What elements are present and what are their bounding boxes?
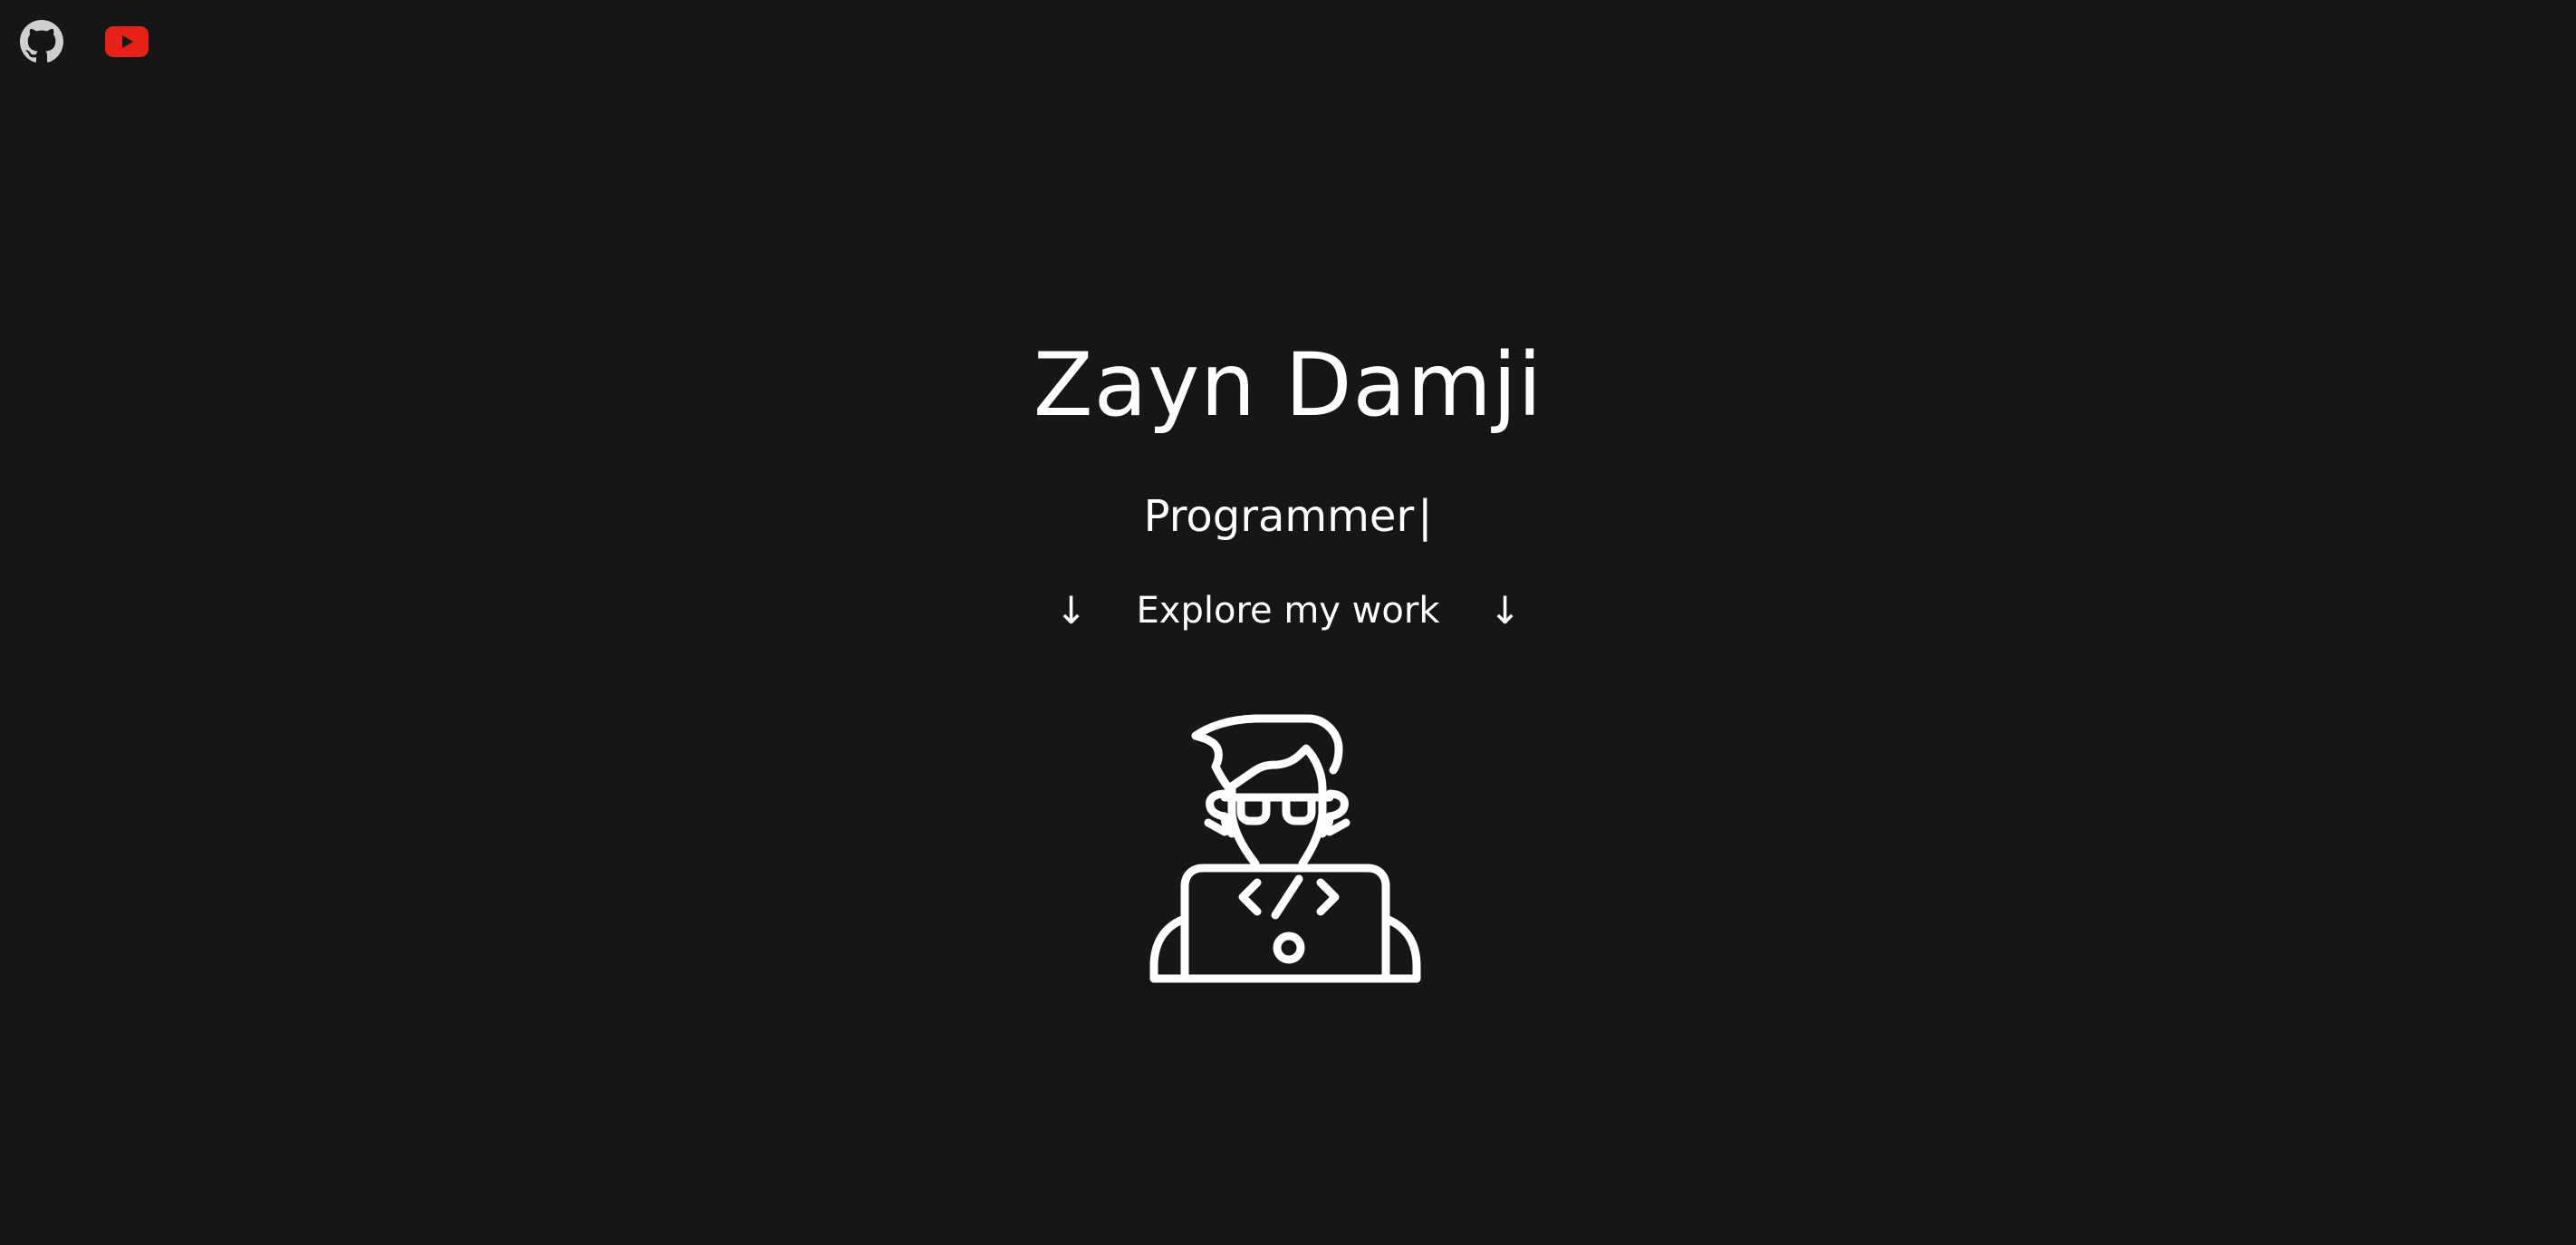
explore-work-label: Explore my work: [1136, 590, 1440, 632]
hero: Zayn Damji Programmer| ↓ Explore my work…: [0, 326, 2576, 638]
programmer-avatar-icon: [1149, 714, 1421, 983]
github-icon: [20, 20, 63, 63]
youtube-link[interactable]: [105, 26, 149, 57]
explore-work-link[interactable]: ↓ Explore my work ↓: [1053, 584, 1523, 638]
page: Zayn Damji Programmer| ↓ Explore my work…: [0, 0, 2576, 1245]
arrow-down-icon: ↓: [1054, 588, 1088, 632]
social-links: [20, 20, 149, 63]
page-title: Zayn Damji: [1033, 334, 1543, 436]
role-text: Programmer|: [0, 487, 2576, 545]
typing-cursor: |: [1418, 491, 1433, 542]
role-label: Programmer: [1143, 491, 1415, 542]
arrow-down-icon: ↓: [1488, 588, 1522, 632]
youtube-icon: [105, 26, 149, 57]
github-link[interactable]: [20, 20, 63, 63]
